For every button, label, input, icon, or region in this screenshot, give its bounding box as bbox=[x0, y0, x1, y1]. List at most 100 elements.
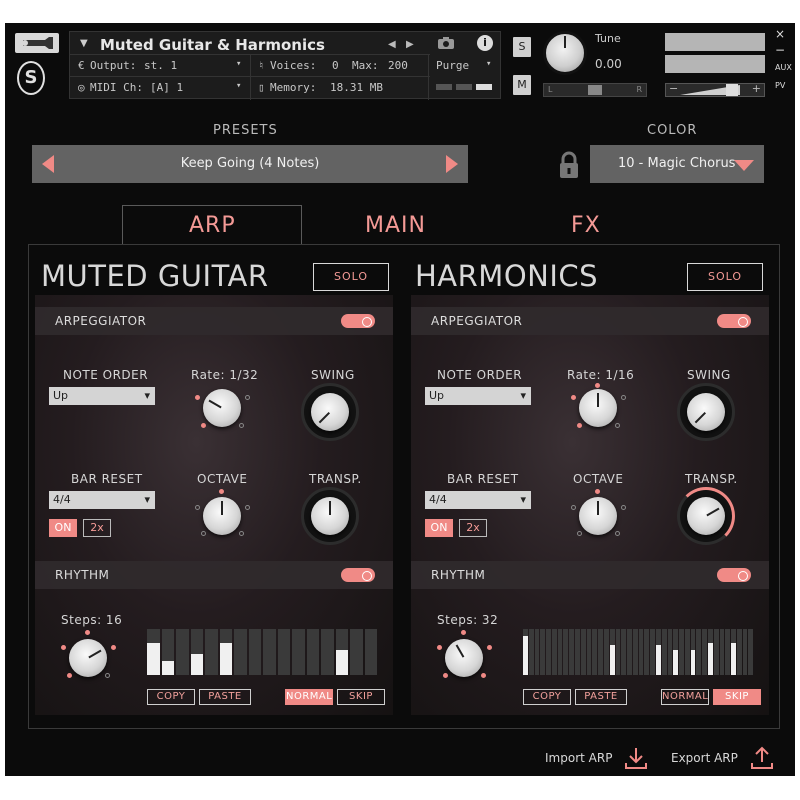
sequencer-step[interactable] bbox=[632, 629, 638, 675]
sequencer-step[interactable] bbox=[586, 629, 592, 675]
max-voices-value[interactable]: 200 bbox=[388, 59, 408, 72]
sequencer-step[interactable] bbox=[684, 629, 690, 675]
sequencer-step[interactable] bbox=[719, 629, 725, 675]
bar-reset-dropdown[interactable]: 4/4 bbox=[49, 491, 155, 509]
sequencer-step[interactable] bbox=[147, 629, 160, 675]
sequencer-step[interactable] bbox=[161, 629, 174, 675]
skip-mode-button[interactable]: SKIP bbox=[713, 689, 761, 705]
purge-button[interactable]: Purge bbox=[436, 59, 469, 72]
sequencer-step[interactable] bbox=[546, 629, 551, 675]
pv-button[interactable]: PV bbox=[775, 81, 785, 90]
solo-button-harmonics[interactable]: SOLO bbox=[687, 263, 763, 291]
pan-handle[interactable] bbox=[588, 85, 602, 95]
sequencer-step[interactable] bbox=[702, 629, 707, 675]
output-value[interactable]: st. 1 bbox=[144, 59, 177, 72]
info-icon[interactable]: i bbox=[477, 35, 493, 51]
sequencer-step[interactable] bbox=[690, 629, 696, 675]
sequencer-step[interactable] bbox=[540, 629, 546, 675]
sequencer-step[interactable] bbox=[696, 629, 702, 675]
transpose-knob[interactable] bbox=[311, 497, 349, 535]
steps-knob[interactable] bbox=[69, 639, 107, 677]
paste-button[interactable]: PASTE bbox=[575, 689, 627, 705]
mute-instrument-button[interactable]: M bbox=[513, 75, 531, 95]
sequencer-step[interactable] bbox=[523, 629, 528, 675]
sequencer-step[interactable] bbox=[742, 629, 748, 675]
camera-icon[interactable] bbox=[437, 35, 455, 49]
sequencer-step[interactable] bbox=[350, 629, 363, 675]
export-arp-button[interactable]: Export ARP bbox=[671, 751, 738, 765]
aux-button[interactable]: AUX bbox=[775, 63, 792, 72]
sequencer-step[interactable] bbox=[176, 629, 189, 675]
swing-knob[interactable] bbox=[311, 393, 349, 431]
sequencer-step[interactable] bbox=[650, 629, 655, 675]
sequencer-step[interactable] bbox=[638, 629, 644, 675]
copy-button[interactable]: COPY bbox=[523, 689, 571, 705]
rhythm-toggle[interactable] bbox=[341, 568, 375, 582]
step-sequencer-grid[interactable] bbox=[147, 629, 377, 675]
normal-mode-button[interactable]: NORMAL bbox=[661, 689, 709, 705]
minimize-icon[interactable]: − bbox=[775, 43, 785, 57]
tab-arp-label[interactable]: ARP bbox=[189, 213, 236, 238]
download-icon[interactable] bbox=[623, 745, 649, 771]
sequencer-step[interactable] bbox=[708, 629, 713, 675]
sequencer-step[interactable] bbox=[748, 629, 754, 675]
sequencer-step[interactable] bbox=[534, 629, 540, 675]
volume-handle[interactable] bbox=[726, 84, 738, 96]
sequencer-step[interactable] bbox=[627, 629, 632, 675]
preset-selector[interactable]: Keep Going (4 Notes) bbox=[32, 145, 468, 183]
bar-reset-2x-button[interactable]: 2x bbox=[459, 519, 487, 537]
sequencer-step[interactable] bbox=[609, 629, 615, 675]
sequencer-step[interactable] bbox=[528, 629, 534, 675]
import-arp-button[interactable]: Import ARP bbox=[545, 751, 612, 765]
bar-reset-on-button[interactable]: ON bbox=[425, 519, 453, 537]
sequencer-step[interactable] bbox=[673, 629, 679, 675]
sequencer-step[interactable] bbox=[731, 629, 736, 675]
sequencer-step[interactable] bbox=[551, 629, 557, 675]
sequencer-step[interactable] bbox=[603, 629, 609, 675]
note-order-dropdown[interactable]: Up bbox=[49, 387, 155, 405]
tune-value[interactable]: 0.00 bbox=[595, 57, 622, 71]
bar-reset-dropdown[interactable]: 4/4 bbox=[425, 491, 531, 509]
solo-instrument-button[interactable]: S bbox=[513, 37, 531, 57]
sequencer-step[interactable] bbox=[621, 629, 627, 675]
output-dropdown-icon[interactable]: ▾ bbox=[236, 59, 241, 69]
sequencer-step[interactable] bbox=[725, 629, 731, 675]
sequencer-step[interactable] bbox=[321, 629, 334, 675]
sequencer-step[interactable] bbox=[557, 629, 563, 675]
sequencer-step[interactable] bbox=[292, 629, 305, 675]
copy-button[interactable]: COPY bbox=[147, 689, 195, 705]
sequencer-step[interactable] bbox=[580, 629, 586, 675]
sequencer-step[interactable] bbox=[364, 629, 377, 675]
close-icon[interactable]: × bbox=[775, 27, 785, 41]
octave-knob[interactable] bbox=[579, 497, 617, 535]
sequencer-step[interactable] bbox=[661, 629, 667, 675]
upload-icon[interactable] bbox=[749, 745, 775, 771]
sequencer-step[interactable] bbox=[263, 629, 276, 675]
sequencer-step[interactable] bbox=[598, 629, 603, 675]
next-preset-icon[interactable] bbox=[446, 155, 458, 173]
sequencer-step[interactable] bbox=[569, 629, 575, 675]
arpeggiator-toggle[interactable] bbox=[341, 314, 375, 328]
sequencer-step[interactable] bbox=[205, 629, 218, 675]
volume-slider[interactable]: − + bbox=[665, 82, 765, 97]
sequencer-step[interactable] bbox=[575, 629, 580, 675]
arpeggiator-toggle[interactable] bbox=[717, 314, 751, 328]
note-order-dropdown[interactable]: Up bbox=[425, 387, 531, 405]
wrench-icon[interactable] bbox=[15, 33, 59, 53]
bar-reset-on-button[interactable]: ON bbox=[49, 519, 77, 537]
transpose-knob[interactable] bbox=[687, 497, 725, 535]
next-instrument-icon[interactable]: ▶ bbox=[406, 39, 414, 50]
sequencer-step[interactable] bbox=[234, 629, 247, 675]
sequencer-step[interactable] bbox=[679, 629, 684, 675]
sequencer-step[interactable] bbox=[655, 629, 661, 675]
sequencer-step[interactable] bbox=[736, 629, 742, 675]
sequencer-step[interactable] bbox=[615, 629, 621, 675]
chevron-down-icon[interactable] bbox=[734, 160, 754, 171]
midi-channel-value[interactable]: [A] 1 bbox=[150, 81, 183, 94]
pan-slider[interactable]: L R bbox=[543, 83, 647, 97]
rate-knob[interactable] bbox=[203, 389, 241, 427]
sequencer-step[interactable] bbox=[563, 629, 569, 675]
midi-dropdown-icon[interactable]: ▾ bbox=[236, 81, 241, 91]
sequencer-step[interactable] bbox=[335, 629, 348, 675]
tab-fx[interactable]: FX bbox=[571, 213, 601, 238]
